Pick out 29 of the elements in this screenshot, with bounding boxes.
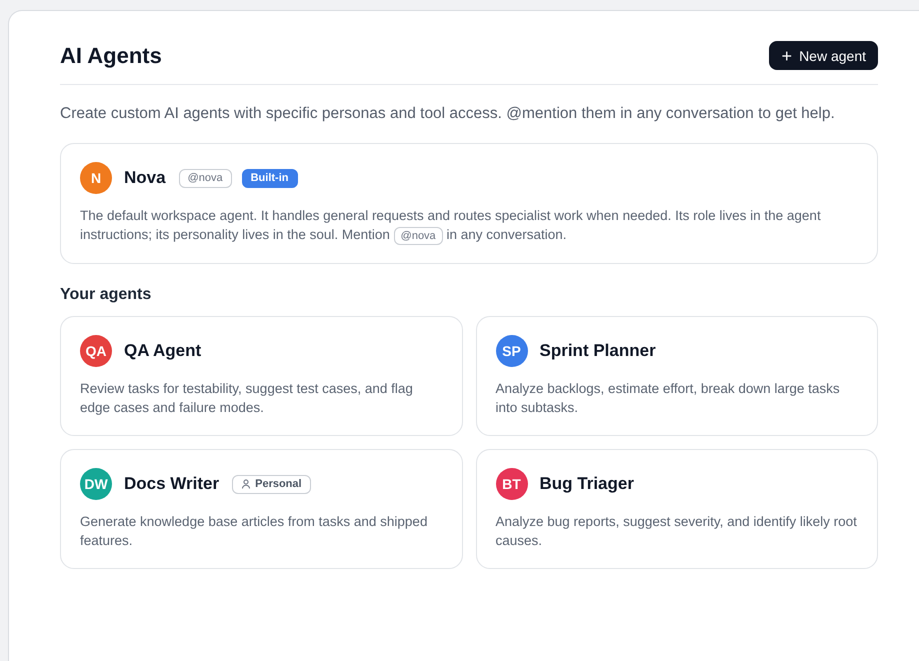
agent-description: Generate knowledge base articles from tasks and shipped features.	[80, 513, 428, 550]
person-icon	[241, 479, 252, 489]
agent-name: Docs Writer	[124, 474, 220, 494]
section-title: Your agents	[60, 286, 152, 304]
agent-name: Sprint Planner	[540, 341, 656, 361]
agent-card[interactable]: SP Sprint Planner Analyze backlogs, estimate effort, break down large tasks into subtasks.	[476, 316, 878, 436]
agent-card[interactable]	[60, 143, 878, 264]
agent-avatar: SP	[496, 335, 528, 367]
personal-badge: Personal	[232, 474, 311, 494]
page-title: AI Agents	[60, 42, 162, 68]
agent-card[interactable]: DW Docs Writer Personal Generate knowledge base articles from tasks and shipped features.	[60, 449, 462, 569]
handle-badge: @nova	[178, 168, 232, 188]
built-in-badge: Built-in	[242, 168, 298, 188]
agent-avatar: DW	[80, 468, 112, 500]
agent-description: Analyze backlogs, estimate effort, break down large tasks into subtasks.	[496, 380, 841, 417]
agent-name: Bug Triager	[540, 474, 634, 494]
agent-avatar: QA	[80, 335, 112, 367]
agent-card[interactable]: QA QA Agent Review tasks for testability, suggest test cases, and flag edge cases and failure modes.	[60, 316, 462, 436]
agent-description: Analyze bug reports, suggest severity, and identify likely root causes.	[496, 513, 858, 550]
agent-description: Review tasks for testability, suggest test cases, and flag edge cases and failure modes.	[80, 380, 414, 417]
mention-chip: @nova	[394, 227, 443, 245]
agent-description: The default workspace agent. It handles general requests and routes specialist work when needed. Its role lives in the agent instructions; its personality lives in the soul. Mention @nova in any conversation.	[80, 206, 858, 245]
intro-text: Create custom AI agents with specific personas and tool access. @mention them in any conversation to get help.	[60, 105, 836, 123]
agent-card[interactable]: BT Bug Triager Analyze bug reports, suggest severity, and identify likely root causes.	[476, 449, 878, 569]
new-agent-button[interactable]: + New agent	[768, 41, 878, 70]
agent-avatar: BT	[496, 468, 528, 500]
agent-avatar: N	[80, 162, 112, 194]
agent-name: Nova	[124, 168, 166, 188]
agent-name: QA Agent	[124, 341, 202, 361]
